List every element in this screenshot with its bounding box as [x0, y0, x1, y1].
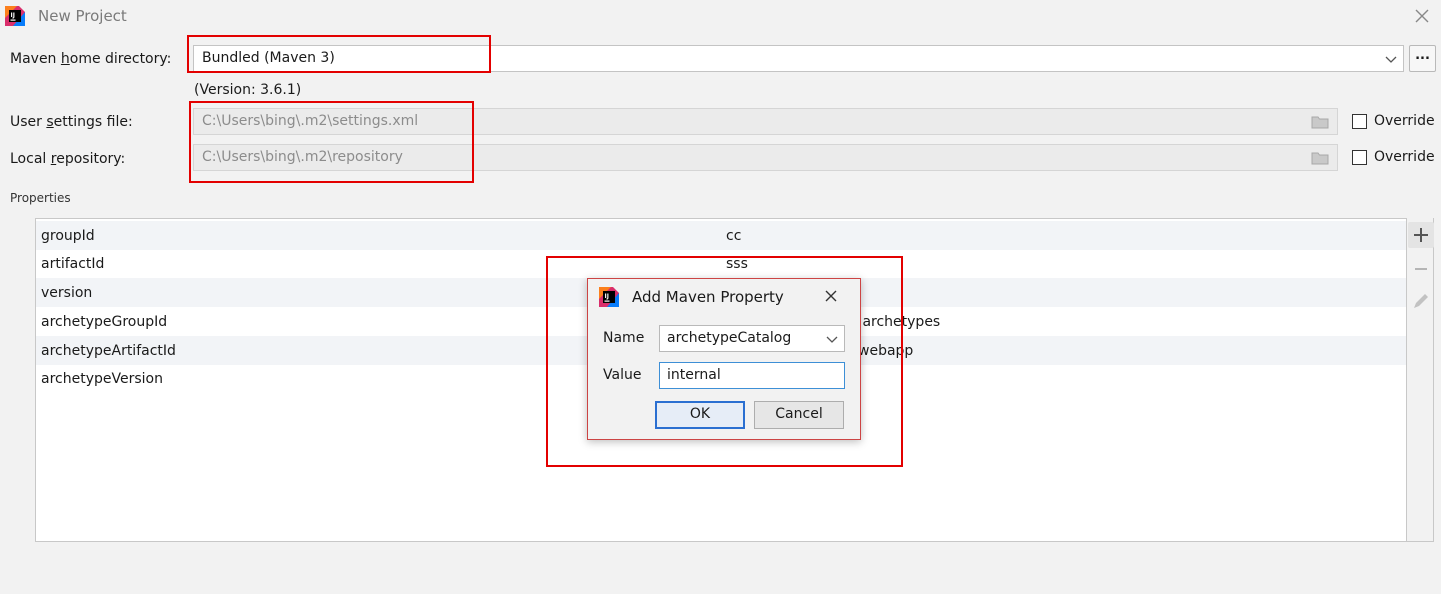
intellij-idea-icon: IJ — [5, 6, 25, 26]
override-repo-label: Override — [1374, 149, 1435, 165]
svg-text:IJ: IJ — [605, 293, 609, 300]
property-value-input[interactable]: internal — [659, 362, 845, 389]
table-toolbar — [1407, 218, 1434, 542]
override-settings-checkbox[interactable] — [1352, 114, 1367, 129]
user-settings-label: User settings file: — [10, 114, 133, 130]
minus-icon — [1415, 268, 1427, 270]
close-icon[interactable] — [824, 289, 838, 303]
properties-label: Properties — [10, 191, 71, 205]
browse-button[interactable]: ... — [1409, 45, 1436, 72]
add-property-button[interactable] — [1408, 222, 1434, 248]
chevron-down-icon — [826, 336, 838, 343]
property-name-select[interactable]: archetypeCatalog — [659, 325, 845, 352]
remove-property-button[interactable] — [1408, 256, 1434, 282]
folder-icon[interactable] — [1311, 151, 1329, 165]
folder-icon[interactable] — [1311, 115, 1329, 129]
annotation-box — [187, 35, 491, 73]
chevron-down-icon — [1385, 56, 1397, 63]
cancel-button[interactable]: Cancel — [754, 401, 844, 429]
table-row[interactable]: groupId cc — [36, 221, 1406, 250]
dialog-title: Add Maven Property — [632, 288, 784, 306]
ok-button[interactable]: OK — [655, 401, 745, 429]
maven-home-label: Maven home directory: — [10, 51, 172, 67]
window-title: New Project — [38, 7, 127, 25]
intellij-idea-icon: IJ — [599, 287, 619, 307]
override-settings-label: Override — [1374, 113, 1435, 129]
local-repo-label: Local repository: — [10, 151, 126, 167]
pencil-icon — [1414, 294, 1428, 308]
close-icon[interactable] — [1413, 7, 1431, 25]
property-key: groupId — [41, 228, 95, 244]
annotation-box — [189, 101, 474, 183]
svg-text:IJ: IJ — [11, 12, 15, 19]
override-repo-checkbox[interactable] — [1352, 150, 1367, 165]
maven-version-text: (Version: 3.6.1) — [194, 82, 302, 98]
property-key: archetypeArtifactId — [41, 343, 176, 359]
plus-icon — [1414, 228, 1428, 242]
property-key: version — [41, 285, 93, 301]
add-maven-property-dialog: IJ Add Maven Property Name archetypeCata… — [587, 278, 861, 440]
name-label: Name — [603, 330, 645, 346]
edit-property-button[interactable] — [1408, 288, 1434, 314]
property-value: cc — [726, 228, 742, 244]
property-key: archetypeVersion — [41, 371, 163, 387]
property-key: artifactId — [41, 256, 105, 272]
property-name-value: archetypeCatalog — [667, 330, 792, 346]
property-key: archetypeGroupId — [41, 314, 168, 330]
value-label: Value — [603, 367, 642, 383]
